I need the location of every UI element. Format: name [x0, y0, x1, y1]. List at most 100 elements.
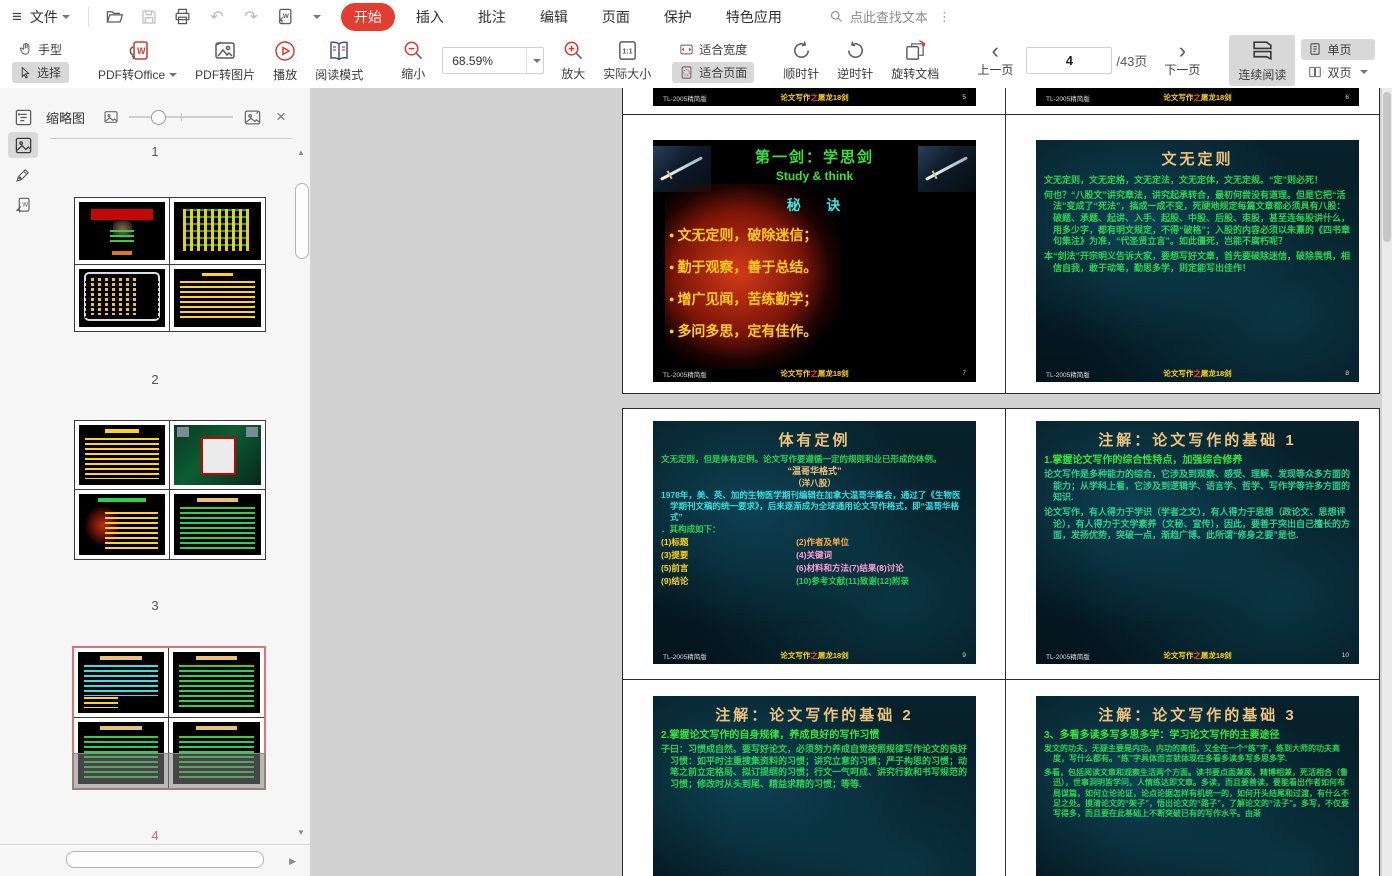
rotate-document-icon [905, 40, 926, 60]
sidebar-scroll-right-arrow[interactable]: ▶ [289, 856, 296, 867]
slide-paragraph: 文无定则，但是体有定例。论文写作要遵循一定的规则和业已形成的体例。 [661, 454, 942, 464]
tab-special-apps[interactable]: 特色应用 [713, 3, 795, 31]
sidebar: W 缩略图 × 1 2 3 4 ▲ ▼ ▶ [0, 88, 310, 876]
print-button[interactable] [173, 7, 193, 27]
fit-page-button[interactable]: 适合页面 [672, 61, 755, 83]
search-icon [830, 10, 842, 22]
sidebar-scroll-up-arrow[interactable]: ▲ [294, 148, 308, 157]
select-tool-button[interactable]: 选择 [12, 61, 70, 83]
rotate-document-button[interactable]: 旋转文档 [882, 36, 948, 85]
file-menu[interactable]: 文件 [30, 7, 70, 27]
export-panel-button[interactable]: W [8, 192, 38, 218]
pdf-to-office-button[interactable]: W PDF转Office [89, 36, 186, 86]
slide-5-footer: TL-2005精简版 论文写作之屠龙18剑 5 [653, 88, 976, 106]
fit-width-button[interactable]: 适合宽度 [672, 39, 754, 60]
save-button[interactable] [139, 7, 159, 27]
redo-button[interactable]: ↷ [241, 7, 261, 27]
sidebar-hscrollbar-thumb[interactable] [66, 851, 264, 868]
slide-title: 体有定例 [778, 432, 851, 449]
page-label: 2 [151, 372, 159, 387]
slide-title: 注解：论文写作的基础 1 [1098, 432, 1297, 449]
zoom-out-button[interactable]: 缩小 [392, 36, 434, 85]
slide-subtitle: Study & think [775, 169, 854, 183]
rotate-counterclockwise-button[interactable]: 逆时针 [828, 36, 882, 85]
tab-insert[interactable]: 插入 [403, 3, 457, 31]
svg-text:W: W [137, 46, 146, 56]
rotate-clockwise-button[interactable]: 顺时针 [774, 36, 828, 85]
open-file-button[interactable] [105, 7, 125, 27]
main-scrollbar-thumb[interactable] [1383, 92, 1391, 242]
thumbnail-small-icon [104, 111, 118, 123]
slide-paragraph: 论文写作是多种能力的综合，它涉及到观察、感受、理解、发现等众多方面的能力；从学科… [1044, 469, 1351, 503]
slider-knob[interactable] [151, 110, 167, 125]
single-page-button[interactable]: 单页 [1301, 38, 1376, 60]
play-button[interactable]: 播放 [264, 36, 306, 86]
slide-12: 注解：论文写作的基础 3 3、多看多读多写多思多学：学习论文写作的主要途径 发文… [1036, 696, 1359, 876]
thumbnail-page-4-selected[interactable] [72, 646, 266, 790]
undo-button[interactable]: ↶ [207, 7, 227, 27]
thumbnail-page-2[interactable] [74, 197, 266, 332]
image-icon [215, 40, 235, 59]
next-page-button[interactable]: › 下一页 [1155, 39, 1209, 81]
find-text-box[interactable]: 点此查找文本 [829, 7, 928, 26]
tab-protect[interactable]: 保护 [651, 3, 705, 31]
page-label: 1 [151, 144, 159, 159]
read-mode-button[interactable]: 阅读模式 [306, 36, 372, 86]
chevron-down-icon [169, 72, 178, 81]
tab-home[interactable]: 开始 [340, 2, 395, 31]
double-page-button[interactable]: 双页 [1301, 62, 1375, 83]
continuous-read-button[interactable]: 连续阅读 [1229, 35, 1296, 86]
divider [87, 6, 89, 27]
slide-6-footer: TL-2005精简版 论文写作之屠龙18剑 6 [1036, 88, 1359, 106]
sidebar-scroll-down-arrow[interactable]: ▼ [294, 828, 308, 837]
more-options-icon[interactable]: ⋮ [938, 9, 951, 25]
slide-10: 注解：论文写作的基础 1 1.掌握论文写作的综合性特点，加强综合修养 论文写作是… [1036, 421, 1359, 664]
export-doc-icon: W [15, 197, 30, 213]
bullet-line: 文无定则，破除迷信； [669, 225, 976, 245]
file-menu-label: 文件 [29, 8, 58, 25]
fit-width-icon [680, 44, 693, 54]
pdf-to-office-icon: W [129, 40, 148, 60]
sidebar-scrollbar-thumb[interactable] [295, 183, 309, 259]
bullet-line: 多问多思，定有佳作。 [669, 321, 976, 341]
tab-comment[interactable]: 批注 [465, 3, 519, 31]
zoom-level-select[interactable]: 68.59% [442, 47, 545, 74]
tab-page[interactable]: 页面 [589, 3, 643, 31]
outline-panel-button[interactable] [8, 104, 38, 130]
main-scrollbar[interactable] [1382, 88, 1392, 876]
slide-paragraph: 子曰：习惯成自然。要写好论文，必须努力养成自觉按照规律写作论文的良好习惯：如平时… [661, 744, 968, 790]
find-text-placeholder: 点此查找文本 [849, 10, 928, 25]
thumbnail-size-slider[interactable] [129, 110, 234, 125]
chevron-down-icon [1360, 70, 1369, 78]
zoom-in-button[interactable]: 放大 [552, 36, 594, 85]
page-number-input[interactable]: 4 [1026, 47, 1113, 74]
toolbar: 手型 选择 W PDF转Office PDF转图片 播放 阅读模式 缩小 68.… [0, 33, 1392, 89]
slide-heading: 3、多看多读多写多思多学：学习论文写作的主要途径 [1044, 730, 1280, 741]
thumbnail-page-3[interactable] [74, 420, 266, 560]
outline-icon [15, 109, 31, 125]
page-label: 3 [151, 598, 159, 613]
annotation-panel-button[interactable] [8, 162, 38, 188]
pdf-page-3[interactable]: TL-2005精简版 论文写作之屠龙18剑 5 TL-2005精简版 论文写作之屠龙1… [622, 88, 1380, 394]
slide-paragraph: 多看，包括阅读文章和观察生活两个方面。读书要点面兼顾，精博相兼，死活相合（鲁迅）… [1044, 767, 1349, 819]
document-area[interactable]: TL-2005精简版 论文写作之屠龙18剑 5 TL-2005精简版 论文写作之屠龙1… [310, 88, 1382, 876]
close-panel-icon[interactable]: × [276, 107, 286, 127]
export-doc-icon[interactable]: W [275, 7, 295, 27]
hamburger-menu-icon[interactable]: ≡ [12, 7, 22, 27]
chevron-down-icon[interactable] [312, 14, 321, 23]
pdf-page-4[interactable]: 体有定例 文无定则，但是体有定例。论文写作要遵循一定的规则和业已形成的体例。 “… [622, 408, 1380, 876]
menubar: ≡ 文件 ↶ ↷ W 开始 插入 批注 编辑 页面 保护 特色应用 点此查找文本… [0, 0, 1392, 34]
actual-size-button[interactable]: 1:1 实际大小 [594, 36, 660, 85]
slide-title: 第一剑：学思剑 [754, 149, 874, 166]
format-alias: （洋八股） [793, 478, 836, 489]
previous-page-button[interactable]: ‹ 上一页 [968, 39, 1022, 81]
slide-title: 注解：论文写作的基础 2 [715, 707, 914, 724]
slide-title: 注解：论文写作的基础 3 [1098, 707, 1297, 724]
slide-paragraph: 1978年，美、英、加的生物医学期刊编辑在加拿大温哥华集会，通过了《生物医学期刊… [661, 490, 961, 523]
slide-11: 注解：论文写作的基础 2 2.掌握论文写作的自身规律，养成良好的写作习惯 子曰：… [653, 696, 976, 876]
tab-edit[interactable]: 编辑 [527, 3, 581, 31]
hand-tool-button[interactable]: 手型 [12, 39, 69, 60]
chevron-down-icon [61, 14, 70, 23]
format-items: (1)标题 (2)作者及单位 (3)提要 (4)关键词 (5)前言 (6)材料和方法(… [661, 536, 909, 587]
pdf-to-image-button[interactable]: PDF转图片 [186, 36, 264, 86]
